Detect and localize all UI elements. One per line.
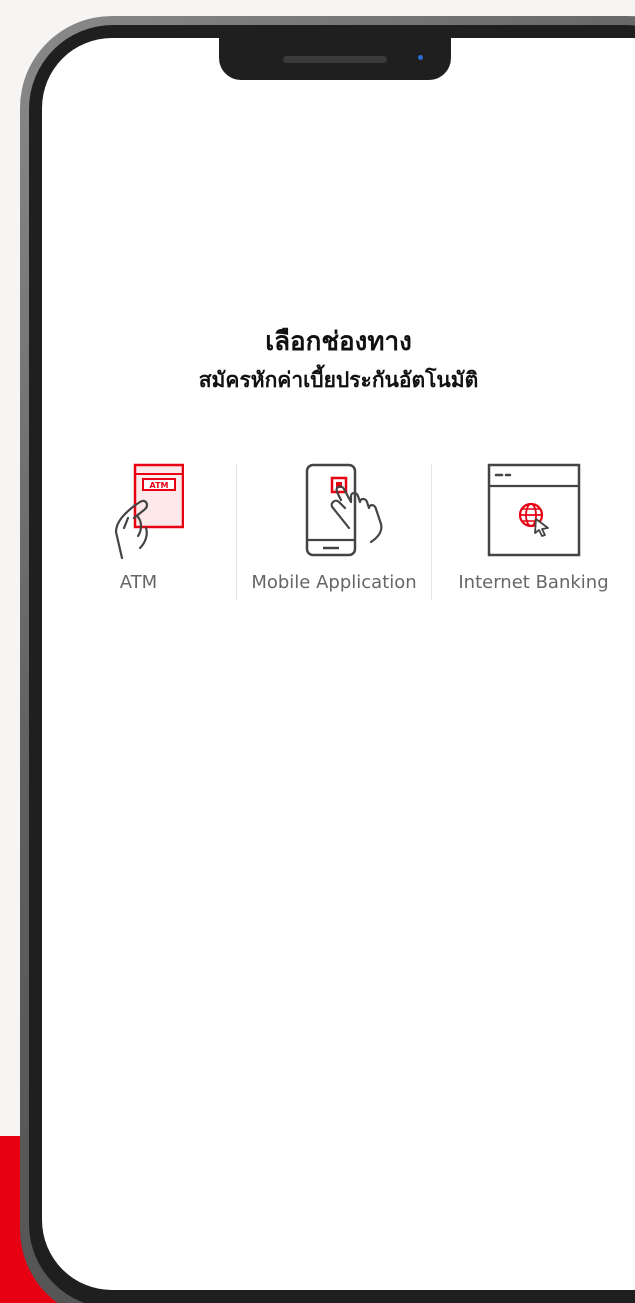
mobile-tap-icon <box>305 463 383 557</box>
page-title: เลือกช่องทาง <box>265 327 412 357</box>
phone-notch <box>219 38 451 80</box>
page: เลือกช่องทาง สมัครหักค่าเบี้ยประกันอัตโน… <box>0 0 635 1303</box>
atm-card-hand-icon: ATM <box>114 463 184 560</box>
option-atm[interactable]: ATM ATM <box>42 462 235 602</box>
page-subtitle: สมัครหักค่าเบี้ยประกันอัตโนมัติ <box>198 368 479 392</box>
header: เลือกช่องทาง สมัครหักค่าเบี้ยประกันอัตโน… <box>42 322 635 398</box>
option-mobile-application-label: Mobile Application <box>251 572 417 593</box>
speaker-grille <box>283 56 387 63</box>
svg-text:ATM: ATM <box>149 481 168 490</box>
option-internet-banking[interactable]: Internet Banking <box>432 462 635 602</box>
option-internet-banking-label: Internet Banking <box>458 572 609 593</box>
option-mobile-application[interactable]: Mobile Application <box>237 462 431 602</box>
phone-screen <box>42 38 635 1290</box>
option-atm-label: ATM <box>119 572 158 593</box>
front-camera <box>418 55 423 60</box>
browser-globe-icon <box>487 463 580 557</box>
channel-options: ATM ATM Mobile Application Internet Bank… <box>42 462 635 602</box>
